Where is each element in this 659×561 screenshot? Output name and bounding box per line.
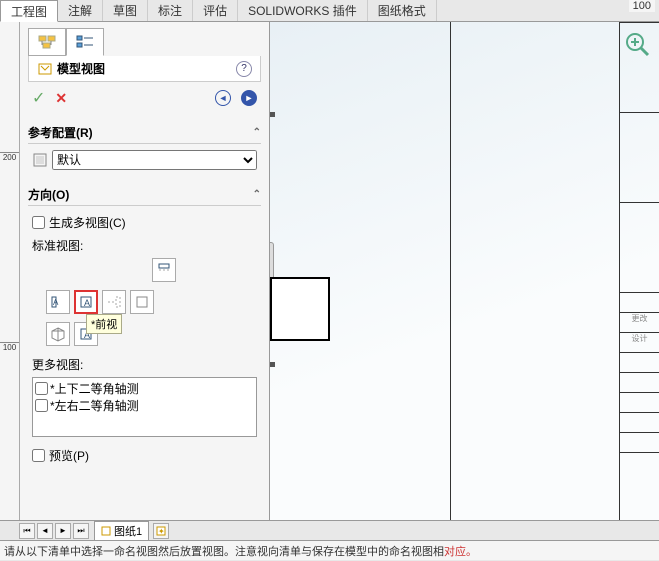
list-item-checkbox[interactable] <box>35 382 48 395</box>
sheet-tab-bar: ⏮ ◄ ► ⏭ 图纸1 ✦ <box>0 520 659 540</box>
title-block: 更改 设计 <box>619 22 659 520</box>
prev-button[interactable]: ◄ <box>215 90 231 106</box>
ribbon-tab-plugins[interactable]: SOLIDWORKS 插件 <box>238 0 368 21</box>
tb-cell <box>620 202 659 292</box>
multiview-checkbox[interactable] <box>32 216 45 229</box>
more-views-label: 更多视图: <box>32 356 257 373</box>
ribbon-tab-drawing[interactable]: 工程图 <box>0 0 58 22</box>
view-front-button[interactable]: A *前视 <box>74 290 98 314</box>
panel-tab-props[interactable] <box>66 28 104 56</box>
list-item-label: *左右二等角轴测 <box>50 397 139 414</box>
sheet-nav-last[interactable]: ⏭ <box>73 523 89 539</box>
property-panel: 模型视图 ? ✓ ✕ ◄ ► 参考配置(R) ⌃ 默认 <box>20 22 270 520</box>
section-orientation: 方向(O) ⌃ 生成多视图(C) 标准视图: A <box>28 184 261 472</box>
sheet-add-button[interactable]: ✦ <box>153 523 169 539</box>
cancel-button[interactable]: ✕ <box>55 90 67 107</box>
status-text: 请从以下清单中选择一命名视图然后放置视图。注意视向清单与保存在模型中的命名视图相 <box>4 546 444 558</box>
model-view-icon <box>37 61 53 77</box>
panel-tab-tree[interactable] <box>28 28 66 56</box>
tb-cell <box>620 432 659 452</box>
hruler-value: 100 <box>629 0 655 12</box>
canvas-marker <box>270 112 275 117</box>
list-item-checkbox[interactable] <box>35 399 48 412</box>
view-left-button[interactable]: A <box>46 290 70 314</box>
status-text-highlight: 对应。 <box>444 546 477 558</box>
tb-cell <box>620 452 659 472</box>
vertical-ruler: 200 100 <box>0 22 20 520</box>
section-title: 方向(O) <box>28 186 69 203</box>
vruler-tick: 200 <box>0 152 19 162</box>
list-item[interactable]: *左右二等角轴测 <box>35 397 254 414</box>
vruler-tick: 100 <box>0 342 19 352</box>
add-sheet-icon: ✦ <box>156 526 166 536</box>
config-icon <box>32 152 48 168</box>
svg-text:✦: ✦ <box>158 527 165 536</box>
section-ref-config: 参考配置(R) ⌃ 默认 <box>28 122 261 176</box>
props-icon <box>76 35 94 49</box>
svg-text:A: A <box>53 298 59 307</box>
standard-view-buttons: A A *前视 A <box>32 258 257 350</box>
tb-cell <box>620 22 659 112</box>
view-front-tooltip: *前视 <box>86 314 122 334</box>
collapse-icon: ⌃ <box>253 127 261 138</box>
ribbon-tabs: 工程图 注解 草图 标注 评估 SOLIDWORKS 插件 图纸格式 <box>0 0 659 22</box>
drawing-canvas[interactable]: 更改 设计 <box>270 22 659 520</box>
help-button[interactable]: ? <box>236 61 252 77</box>
sheet-tab[interactable]: 图纸1 <box>94 521 149 541</box>
panel-tab-row <box>20 22 269 56</box>
standard-views-label: 标准视图: <box>32 237 257 254</box>
tb-cell <box>620 292 659 312</box>
panel-resize-handle[interactable] <box>270 242 274 282</box>
multiview-checkbox-row[interactable]: 生成多视图(C) <box>32 214 257 231</box>
sheet-tab-label: 图纸1 <box>114 523 142 539</box>
panel-title: 模型视图 <box>57 60 236 77</box>
sheet-nav-prev[interactable]: ◄ <box>37 523 53 539</box>
canvas-marker <box>270 362 275 367</box>
sheet-nav-first[interactable]: ⏮ <box>19 523 35 539</box>
preview-label: 预览(P) <box>49 447 89 464</box>
view-right-button[interactable] <box>102 290 126 314</box>
more-views-list[interactable]: *上下二等角轴测 *左右二等角轴测 <box>32 377 257 437</box>
tree-icon <box>38 35 56 49</box>
panel-actions: ✓ ✕ ◄ ► <box>20 82 269 114</box>
canvas-area: 更改 设计 <box>270 22 659 520</box>
tb-cell <box>620 112 659 202</box>
ribbon-tab-annotate[interactable]: 注解 <box>58 0 103 21</box>
ribbon-tab-sketch[interactable]: 草图 <box>103 0 148 21</box>
ribbon-tab-callout[interactable]: 标注 <box>148 0 193 21</box>
next-button[interactable]: ► <box>241 90 257 106</box>
tb-cell <box>620 352 659 372</box>
status-bar: 请从以下清单中选择一命名视图然后放置视图。注意视向清单与保存在模型中的命名视图相… <box>0 540 659 560</box>
tb-cell: 设计 <box>620 332 659 352</box>
list-item-label: *上下二等角轴测 <box>50 380 139 397</box>
preview-checkbox[interactable] <box>32 449 45 462</box>
placed-view-outline[interactable] <box>270 277 330 341</box>
tb-cell <box>620 372 659 392</box>
panel-body: 参考配置(R) ⌃ 默认 方向(O) ⌃ <box>20 114 269 520</box>
view-iso-button[interactable] <box>46 322 70 346</box>
preview-checkbox-row[interactable]: 预览(P) <box>32 447 257 464</box>
section-title: 参考配置(R) <box>28 124 93 141</box>
config-select[interactable]: 默认 <box>52 150 257 170</box>
accept-button[interactable]: ✓ <box>32 88 45 108</box>
tb-cell <box>620 412 659 432</box>
section-head-orientation[interactable]: 方向(O) ⌃ <box>28 184 261 206</box>
ribbon-tab-evaluate[interactable]: 评估 <box>193 0 238 21</box>
list-item[interactable]: *上下二等角轴测 <box>35 380 254 397</box>
ribbon-tab-sheetformat[interactable]: 图纸格式 <box>368 0 437 21</box>
sheet-icon <box>101 526 111 536</box>
sheet-border: 更改 设计 <box>450 22 659 520</box>
panel-header: 模型视图 ? <box>28 56 261 82</box>
tb-cell <box>620 392 659 412</box>
sheet-nav-next[interactable]: ► <box>55 523 71 539</box>
multiview-label: 生成多视图(C) <box>49 214 126 231</box>
collapse-icon: ⌃ <box>253 189 261 200</box>
tb-cell: 更改 <box>620 312 659 332</box>
view-back-button[interactable] <box>130 290 154 314</box>
view-top-button[interactable] <box>152 258 176 282</box>
section-head-ref-config[interactable]: 参考配置(R) ⌃ <box>28 122 261 144</box>
svg-text:A: A <box>84 298 90 308</box>
